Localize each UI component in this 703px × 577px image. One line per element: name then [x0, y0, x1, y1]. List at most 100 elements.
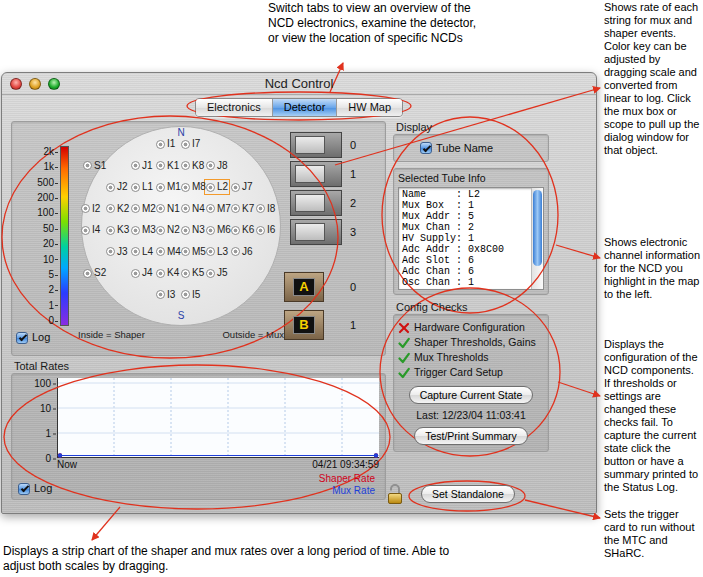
annotation-text: Shows electronic channel information for… — [604, 236, 700, 301]
y-tick: 10 — [40, 403, 56, 414]
tube-name-checkbox-box[interactable] — [420, 142, 432, 154]
tube-info-list[interactable]: Name : L2Mux Box : 1Mux Addr : 5Mux Chan… — [398, 187, 544, 290]
scrollbar[interactable] — [531, 188, 543, 289]
x-label: Now — [57, 459, 77, 471]
minimize-button[interactable] — [29, 78, 41, 90]
tube[interactable]: L3 — [206, 246, 228, 258]
tube[interactable]: I5 — [181, 289, 200, 301]
callout-arrow — [556, 245, 600, 258]
rates-log-checkbox[interactable]: Log — [18, 482, 52, 495]
tube[interactable]: J4 — [131, 267, 153, 279]
rates-log-checkbox-box[interactable] — [18, 483, 30, 495]
scrollbar-thumb[interactable] — [533, 190, 542, 266]
scale-log-checkbox[interactable]: Log — [16, 331, 76, 344]
tab-row: ElectronicsDetectorHW Map — [2, 95, 596, 119]
tube[interactable]: J3 — [106, 246, 128, 258]
tube[interactable]: I8 — [256, 203, 275, 215]
tube[interactable]: I1 — [156, 138, 175, 150]
title-bar: Ncd Control — [2, 73, 596, 95]
tube[interactable]: M3 — [131, 224, 156, 236]
tube[interactable]: I3 — [156, 289, 175, 301]
tube[interactable]: M7 — [206, 203, 231, 215]
tube[interactable]: J1 — [131, 160, 153, 172]
tube[interactable]: K3 — [106, 224, 129, 236]
tube[interactable]: K6 — [231, 224, 254, 236]
north-label: N — [81, 127, 281, 138]
tube[interactable]: K2 — [106, 203, 129, 215]
tube[interactable]: N2 — [156, 224, 180, 236]
annotation-text: Shows rate of each string for mux and sh… — [604, 1, 700, 157]
set-standalone-button[interactable]: Set Standalone — [421, 485, 515, 503]
x-axis: Now04/21 09:34:59 — [57, 459, 379, 471]
tube[interactable]: J5 — [206, 267, 228, 279]
tube[interactable]: S2 — [83, 267, 106, 279]
tube[interactable]: J6 — [231, 246, 253, 258]
scope-thumbnail[interactable] — [290, 219, 342, 245]
tube[interactable]: S1 — [83, 160, 106, 172]
y-axis[interactable]: 1001010 — [16, 377, 57, 459]
strip-chart[interactable] — [57, 378, 379, 458]
tube[interactable]: K1 — [156, 160, 179, 172]
tube-label: K8 — [192, 160, 204, 172]
tube[interactable]: N3 — [181, 224, 205, 236]
tube[interactable]: J8 — [206, 160, 228, 172]
tube[interactable]: M4 — [156, 246, 181, 258]
callout-arrow — [330, 63, 343, 92]
mux-box[interactable]: A — [284, 272, 324, 302]
tube[interactable]: N4 — [181, 203, 205, 215]
print-summary-button[interactable]: Test/Print Summary — [414, 427, 528, 445]
tube-ring-icon — [206, 247, 215, 256]
tube-ring-icon — [181, 183, 190, 192]
tube[interactable]: I4 — [81, 224, 100, 236]
tube[interactable]: M2 — [131, 203, 156, 215]
scope-number: 0 — [350, 139, 356, 152]
close-button[interactable] — [10, 78, 22, 90]
tube[interactable]: L4 — [131, 246, 153, 258]
tube-ring-icon — [231, 183, 240, 192]
mux-box[interactable]: B — [284, 310, 324, 340]
tube[interactable]: I7 — [181, 138, 200, 150]
color-gradient-bar[interactable] — [60, 146, 69, 326]
tube[interactable]: L2 — [206, 181, 228, 193]
tube[interactable]: I6 — [256, 224, 275, 236]
tube[interactable]: M5 — [181, 246, 206, 258]
tube[interactable]: M1 — [156, 181, 181, 193]
tube[interactable]: L1 — [131, 181, 153, 193]
tube-info-line: Mux Box : 1 — [402, 200, 528, 211]
tube[interactable]: K5 — [181, 267, 204, 279]
tube[interactable]: K7 — [231, 203, 254, 215]
tube[interactable]: J7 — [231, 181, 253, 193]
tube[interactable]: J2 — [106, 181, 128, 193]
tab[interactable]: Electronics — [196, 99, 272, 116]
callout-ellipse — [382, 117, 558, 313]
callout-arrow — [335, 88, 600, 165]
scope-thumbnail[interactable] — [290, 132, 342, 158]
tube[interactable]: N1 — [156, 203, 180, 215]
tube[interactable]: I2 — [81, 203, 100, 215]
scale-log-checkbox-box[interactable] — [16, 332, 28, 344]
zoom-button[interactable] — [48, 78, 60, 90]
ncd-control-window: Ncd ControlElectronicsDetectorHW Map2k1k… — [1, 72, 597, 514]
tube[interactable]: K8 — [181, 160, 204, 172]
scope-thumbnail[interactable] — [290, 161, 342, 187]
tube[interactable]: M6 — [206, 224, 231, 236]
tube-label: K1 — [167, 160, 179, 172]
config-check: Trigger Card Setup — [398, 365, 544, 380]
scale-tick: 50 — [43, 223, 58, 234]
tube[interactable]: K4 — [156, 267, 179, 279]
tube[interactable]: M8 — [181, 181, 206, 193]
tube-label: M5 — [192, 246, 206, 258]
scope-thumbnail[interactable] — [290, 190, 342, 216]
scale-tick: 20 — [43, 238, 58, 249]
tab[interactable]: Detector — [272, 99, 337, 116]
capture-state-button[interactable]: Capture Current State — [409, 386, 534, 404]
tube-name-checkbox[interactable]: Tube Name — [420, 142, 493, 155]
color-key[interactable]: 2k1k5002001005020105210 — [16, 146, 76, 326]
scope-row: 0 — [284, 132, 385, 158]
lock-icon[interactable] — [387, 483, 403, 505]
scope-number: 3 — [350, 226, 356, 239]
tube-ring-icon — [83, 269, 92, 278]
tab[interactable]: HW Map — [336, 99, 402, 116]
scale-tick: 1 — [48, 300, 58, 311]
display-title: Display — [396, 121, 549, 134]
